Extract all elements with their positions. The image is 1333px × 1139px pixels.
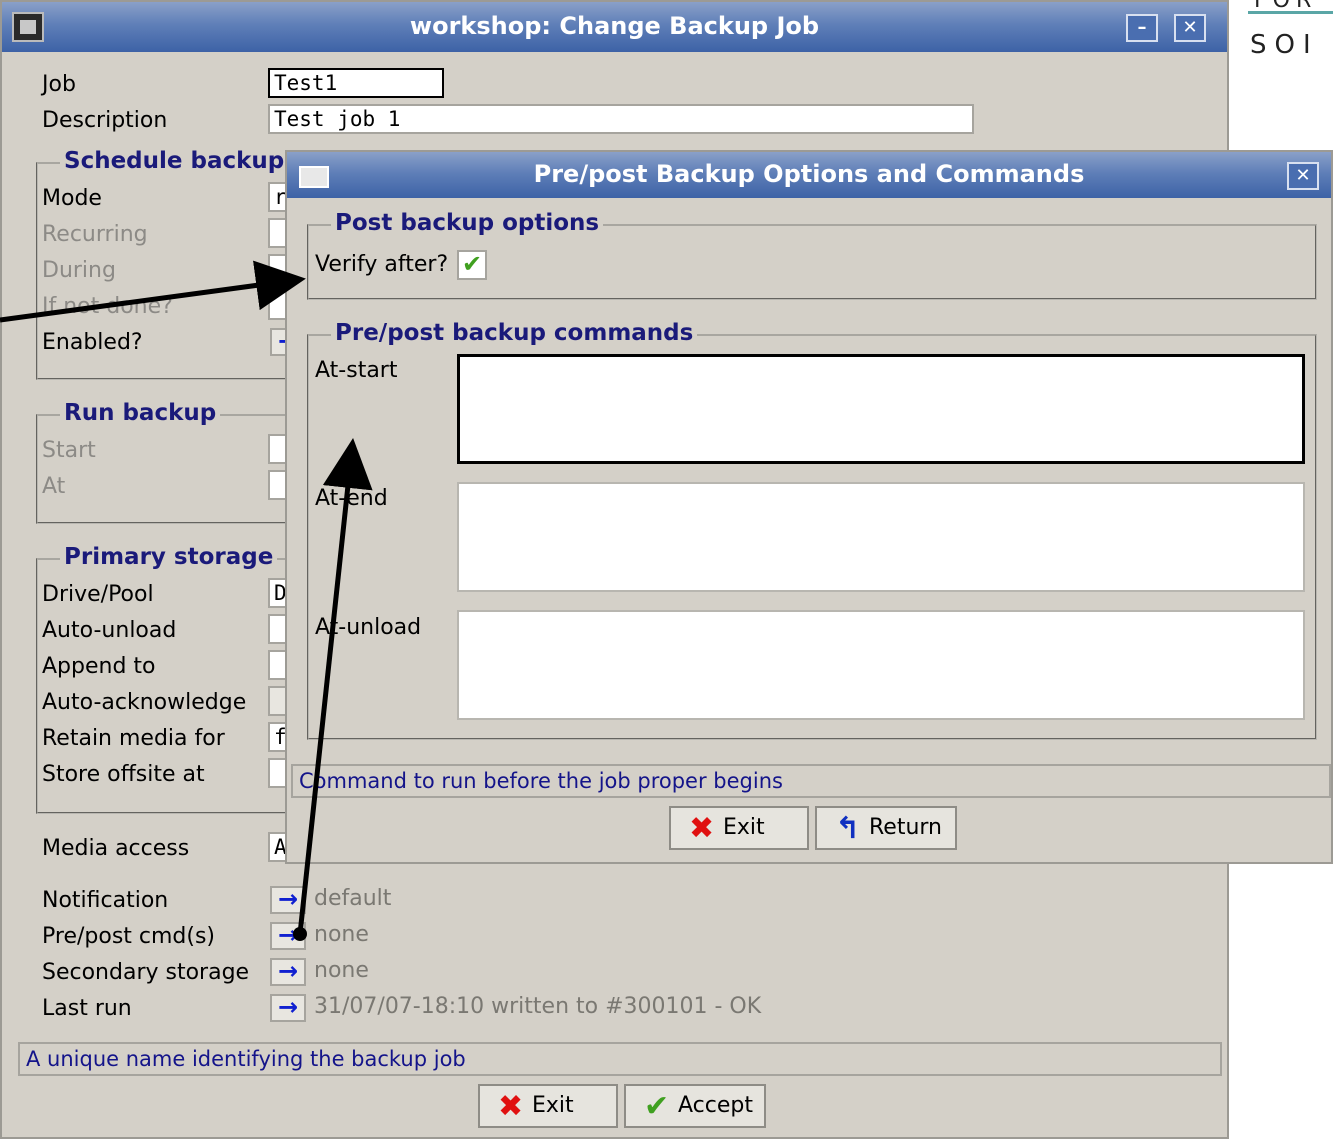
- accept-button[interactable]: ✔ Accept: [624, 1084, 766, 1128]
- notification-arrow-icon[interactable]: →: [270, 886, 306, 914]
- drive-pool-label: Drive/Pool: [42, 582, 154, 607]
- return-button[interactable]: ↰ Return: [815, 806, 957, 850]
- main-exit-button[interactable]: ✖ Exit: [478, 1084, 618, 1128]
- minimize-button[interactable]: –: [1126, 14, 1158, 42]
- primary-storage-title: Primary storage: [60, 544, 278, 570]
- description-field[interactable]: Test job 1: [268, 104, 974, 134]
- dialog-exit-label: Exit: [723, 815, 765, 840]
- notification-label: Notification: [42, 888, 169, 913]
- run-backup-group: [36, 414, 296, 524]
- during-label: During: [42, 258, 116, 283]
- dialog-close-button[interactable]: ✕: [1287, 162, 1319, 190]
- last-run-arrow-icon[interactable]: →: [270, 994, 306, 1022]
- main-titlebar[interactable]: workshop: Change Backup Job – ✕: [2, 2, 1227, 52]
- main-close-button[interactable]: ✕: [1174, 14, 1206, 42]
- at-end-textarea[interactable]: [457, 482, 1305, 592]
- last-run-label: Last run: [42, 996, 132, 1021]
- prepost-value: none: [314, 922, 369, 947]
- job-field[interactable]: Test1: [268, 68, 444, 98]
- append-to-label: Append to: [42, 654, 156, 679]
- secondary-storage-label: Secondary storage: [42, 960, 250, 985]
- at-end-label: At-end: [315, 486, 388, 511]
- main-status-bar: A unique name identifying the backup job: [18, 1042, 1222, 1076]
- return-label: Return: [869, 815, 943, 840]
- accept-check-icon: ✔: [644, 1089, 670, 1124]
- store-offsite-label: Store offsite at: [42, 762, 205, 787]
- screen: FOR SOI workshop: Change Backup Job – ✕ …: [0, 0, 1333, 1139]
- dialog-exit-button[interactable]: ✖ Exit: [669, 806, 809, 850]
- brand-top-text: FOR: [1254, 0, 1318, 13]
- exit-x-icon: ✖: [498, 1089, 524, 1124]
- verify-after-checkbox[interactable]: ✔: [457, 250, 487, 280]
- secondary-storage-value: none: [314, 958, 369, 983]
- dialog-title: Pre/post Backup Options and Commands: [533, 160, 1085, 188]
- prepost-commands-title: Pre/post backup commands: [331, 320, 698, 346]
- secondary-storage-arrow-icon[interactable]: →: [270, 958, 306, 986]
- job-label: Job: [42, 72, 76, 97]
- enabled-label: Enabled?: [42, 330, 143, 355]
- at-unload-textarea[interactable]: [457, 610, 1305, 720]
- dialog-titlebar[interactable]: Pre/post Backup Options and Commands ✕: [287, 152, 1331, 198]
- dialog-status-bar: Command to run before the job proper beg…: [291, 764, 1331, 798]
- at-unload-label: At-unload: [315, 615, 422, 640]
- brand-logo-top: FOR: [1248, 0, 1333, 14]
- auto-unload-label: Auto-unload: [42, 618, 177, 643]
- description-label: Description: [42, 108, 168, 133]
- dialog-exit-x-icon: ✖: [689, 811, 715, 846]
- start-label: Start: [42, 438, 96, 463]
- prepost-label: Pre/post cmd(s): [42, 924, 216, 949]
- post-backup-options-title: Post backup options: [331, 210, 604, 236]
- retain-media-label: Retain media for: [42, 726, 225, 751]
- main-window-title: workshop: Change Backup Job: [409, 12, 820, 40]
- auto-acknowledge-label: Auto-acknowledge: [42, 690, 247, 715]
- media-access-label: Media access: [42, 836, 190, 861]
- verify-after-label: Verify after?: [315, 252, 449, 277]
- last-run-value: 31/07/07-18:10 written to #300101 - OK: [314, 994, 762, 1019]
- if-not-done-label: If not done?: [42, 294, 173, 319]
- at-start-label: At-start: [315, 358, 398, 383]
- prepost-arrow-icon[interactable]: →: [270, 922, 306, 950]
- at-label: At: [42, 474, 66, 499]
- main-exit-label: Exit: [532, 1093, 574, 1118]
- brand-logo-bottom: SOI: [1250, 30, 1319, 60]
- schedule-backup-title: Schedule backup: [60, 148, 289, 174]
- run-backup-title: Run backup: [60, 400, 221, 426]
- accept-label: Accept: [678, 1093, 753, 1118]
- at-start-textarea[interactable]: [457, 354, 1305, 464]
- recurring-label: Recurring: [42, 222, 148, 247]
- notification-value: default: [314, 886, 392, 911]
- prepost-options-dialog: Pre/post Backup Options and Commands ✕ P…: [285, 150, 1333, 864]
- mode-label: Mode: [42, 186, 102, 211]
- return-arrow-icon: ↰: [835, 811, 861, 846]
